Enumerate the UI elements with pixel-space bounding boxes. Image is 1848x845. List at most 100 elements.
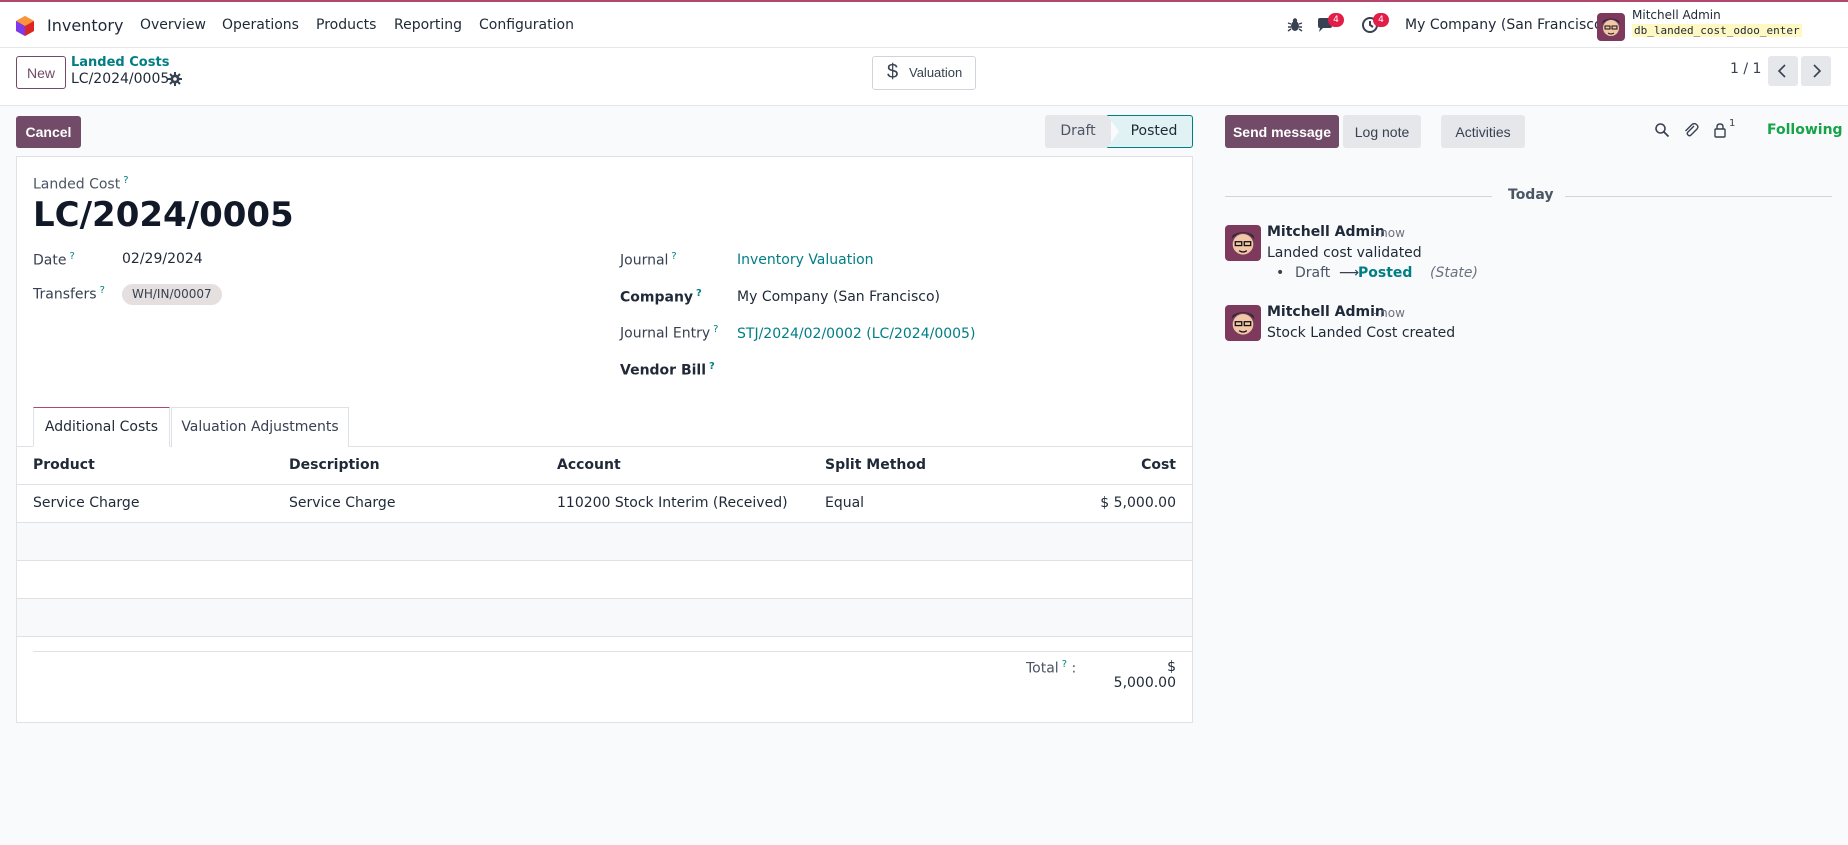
record-title: LC/2024/0005 — [33, 195, 294, 235]
total-label-text: Total — [1026, 660, 1059, 677]
transfers-label-text: Transfers — [33, 286, 97, 303]
notebook-tabs: Additional Costs Valuation Adjustments — [17, 407, 1192, 447]
help-icon[interactable]: ? — [713, 324, 718, 335]
table-header: Product Description Account Split Method… — [17, 447, 1192, 485]
company-switcher[interactable]: My Company (San Francisco) — [1405, 17, 1608, 33]
tracking-new-value: Posted — [1358, 265, 1413, 281]
pager-next-button[interactable] — [1801, 56, 1831, 86]
send-message-button[interactable]: Send message — [1225, 115, 1339, 148]
column-cost[interactable]: Cost — [1077, 457, 1176, 473]
user-name[interactable]: Mitchell Admin — [1632, 8, 1721, 22]
status-posted[interactable]: Posted — [1107, 115, 1193, 148]
transfers-label: Transfers? — [33, 285, 105, 303]
menu-operations[interactable]: Operations — [222, 17, 299, 33]
company-field[interactable]: My Company (San Francisco) — [737, 289, 940, 305]
transfer-tag[interactable]: WH/IN/00007 — [122, 284, 222, 305]
tracking-field-name: (State) — [1430, 265, 1478, 281]
messages-badge: 4 — [1328, 13, 1344, 27]
message-body: Stock Landed Cost created — [1267, 325, 1456, 341]
message-avatar[interactable] — [1225, 305, 1261, 341]
date-label: Date? — [33, 251, 75, 269]
message-avatar[interactable] — [1225, 225, 1261, 261]
date-label-text: Date — [33, 252, 67, 269]
message-time: - now — [1372, 226, 1405, 240]
tab-valuation-adjustments[interactable]: Valuation Adjustments — [171, 407, 349, 447]
date-field[interactable]: 02/29/2024 — [122, 251, 203, 267]
help-icon[interactable]: ? — [123, 175, 128, 186]
table-row[interactable]: Service Charge Service Charge 110200 Sto… — [17, 485, 1192, 523]
tab-additional-costs[interactable]: Additional Costs — [33, 407, 170, 447]
breadcrumb-current: LC/2024/0005 — [71, 71, 170, 87]
menu-overview[interactable]: Overview — [140, 17, 206, 33]
cell-split-method[interactable]: Equal — [825, 495, 864, 511]
dollar-icon: $ — [887, 61, 899, 83]
journal-label: Journal? — [620, 251, 677, 269]
message-author[interactable]: Mitchell Admin — [1267, 224, 1385, 240]
cancel-button[interactable]: Cancel — [16, 116, 81, 148]
date-separator-line — [1225, 196, 1492, 197]
journal-entry-label-text: Journal Entry — [620, 325, 711, 342]
lock-followers-icon[interactable] — [1712, 122, 1728, 138]
form-sheet: Landed Cost? LC/2024/0005 Date? 02/29/20… — [16, 156, 1193, 723]
chevron-right-icon — [1813, 64, 1822, 78]
log-note-button[interactable]: Log note — [1343, 115, 1421, 148]
bug-icon[interactable] — [1286, 16, 1304, 34]
column-product[interactable]: Product — [33, 457, 95, 473]
valuation-label: Valuation — [909, 65, 963, 80]
breadcrumb-landed-costs[interactable]: Landed Costs — [71, 55, 169, 70]
record-label-text: Landed Cost — [33, 176, 121, 193]
chevron-left-icon — [1777, 64, 1786, 78]
total-label: Total? : — [1026, 659, 1077, 677]
message-time: - now — [1372, 306, 1405, 320]
pager-previous-button[interactable] — [1768, 56, 1798, 86]
bullet: • — [1276, 265, 1285, 281]
column-description[interactable]: Description — [289, 457, 380, 473]
menu-reporting[interactable]: Reporting — [394, 17, 462, 33]
menu-products[interactable]: Products — [316, 17, 376, 33]
gear-icon[interactable] — [168, 72, 182, 86]
help-icon[interactable]: ? — [69, 251, 74, 262]
search-icon[interactable] — [1654, 122, 1670, 138]
total-divider — [33, 651, 1192, 652]
company-label: Company? — [620, 288, 702, 306]
cell-account[interactable]: 110200 Stock Interim (Received) — [557, 495, 788, 511]
activities-badge: 4 — [1373, 13, 1389, 27]
journal-label-text: Journal — [620, 252, 669, 269]
paperclip-icon[interactable] — [1683, 122, 1699, 138]
app-name[interactable]: Inventory — [47, 16, 123, 35]
journal-entry-field[interactable]: STJ/2024/02/0002 (LC/2024/0005) — [737, 326, 975, 342]
status-draft[interactable]: Draft — [1045, 115, 1111, 148]
following-button[interactable]: Following — [1767, 122, 1843, 138]
menu-configuration[interactable]: Configuration — [479, 17, 574, 33]
message-body: Landed cost validated — [1267, 245, 1422, 261]
database-name: db_landed_cost_odoo_enter — [1632, 24, 1802, 37]
help-icon[interactable]: ? — [671, 251, 676, 262]
pager-value[interactable]: 1 / 1 — [1730, 61, 1761, 77]
empty-row — [17, 561, 1192, 599]
cell-product[interactable]: Service Charge — [33, 495, 139, 511]
new-button[interactable]: New — [16, 56, 66, 89]
cell-cost[interactable]: $ 5,000.00 — [1057, 495, 1176, 511]
arrow-right-icon: ⟶ — [1339, 265, 1360, 281]
activities-button[interactable]: Activities — [1441, 115, 1525, 148]
column-account[interactable]: Account — [557, 457, 621, 473]
message-author[interactable]: Mitchell Admin — [1267, 304, 1385, 320]
empty-row — [17, 523, 1192, 561]
help-icon[interactable]: ? — [709, 361, 715, 372]
main-navbar: Inventory Overview Operations Products R… — [0, 0, 1848, 48]
date-separator-line — [1565, 196, 1832, 197]
help-icon[interactable]: ? — [696, 288, 702, 299]
column-split-method[interactable]: Split Method — [825, 457, 926, 473]
company-label-text: Company — [620, 289, 694, 306]
cell-description[interactable]: Service Charge — [289, 495, 395, 511]
journal-entry-label: Journal Entry? — [620, 324, 718, 342]
record-label: Landed Cost? — [33, 175, 129, 193]
journal-field[interactable]: Inventory Valuation — [737, 252, 874, 268]
empty-row — [17, 599, 1192, 637]
total-value: $ 5,000.00 — [1113, 659, 1176, 691]
inventory-app-icon[interactable] — [16, 16, 34, 36]
help-icon[interactable]: ? — [1062, 659, 1067, 670]
user-avatar[interactable] — [1597, 13, 1625, 41]
valuation-smart-button[interactable]: $ Valuation — [872, 56, 976, 90]
help-icon[interactable]: ? — [100, 285, 105, 296]
